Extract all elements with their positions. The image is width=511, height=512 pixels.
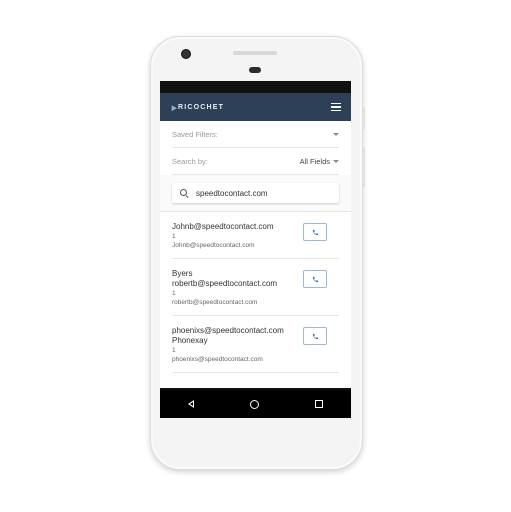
logo-text: RICOCHET (178, 103, 225, 111)
search-icon (180, 189, 189, 199)
power-button (362, 107, 365, 129)
contact-count: 1 (172, 233, 176, 240)
search-input[interactable] (196, 188, 326, 198)
contact-list-item[interactable]: phoenixs@speedtocontact.com Phonexay 1 p… (172, 316, 339, 373)
contact-list-item[interactable]: Johnb@speedtocontact.com 1 Johnb@speedto… (172, 212, 339, 259)
status-bar (160, 81, 351, 93)
hamburger-menu-icon[interactable] (331, 103, 341, 111)
contact-list-item[interactable]: Byers robertb@speedtocontact.com 1 rober… (172, 259, 339, 316)
call-button[interactable] (303, 327, 327, 345)
search-by-label: Search by: (172, 156, 208, 166)
home-icon[interactable] (250, 399, 259, 409)
contact-email: phoenixs@speedtocontact.com (172, 356, 263, 363)
phone-screen: RICOCHET Saved Filters: Search by: All F… (160, 81, 351, 418)
contact-name: Byers (172, 269, 193, 278)
contact-email: robertb@speedtocontact.com (172, 299, 258, 306)
front-camera (181, 49, 191, 59)
phone-icon (312, 333, 318, 339)
app-header: RICOCHET (160, 93, 351, 121)
contact-count: 1 (172, 347, 176, 354)
recent-apps-icon[interactable] (315, 400, 323, 408)
chevron-down-icon (333, 159, 339, 163)
contact-primary: phoenixs@speedtocontact.com (172, 326, 284, 335)
earpiece (249, 67, 261, 73)
search-section (160, 175, 351, 212)
contact-info: Byers robertb@speedtocontact.com 1 rober… (172, 269, 277, 307)
phone-icon (312, 229, 318, 235)
contact-primary: robertb@speedtocontact.com (172, 279, 278, 288)
contact-info: phoenixs@speedtocontact.com Phonexay 1 p… (172, 326, 284, 364)
phone-device: RICOCHET Saved Filters: Search by: All F… (150, 36, 365, 470)
volume-button (362, 147, 365, 187)
contact-count: 1 (172, 290, 176, 297)
call-button[interactable] (303, 223, 327, 241)
android-nav-bar (160, 390, 351, 418)
chevron-down-icon (333, 132, 339, 136)
call-button[interactable] (303, 270, 327, 288)
search-by-row: Search by: All Fields (172, 148, 339, 175)
search-by-select[interactable]: All Fields (300, 157, 339, 166)
contact-email: Johnb@speedtocontact.com (172, 242, 255, 249)
contact-info: Johnb@speedtocontact.com 1 Johnb@speedto… (172, 222, 274, 250)
back-icon[interactable] (188, 400, 194, 408)
search-box[interactable] (172, 183, 339, 203)
contact-name: Phonexay (172, 336, 208, 345)
saved-filters-label: Saved Filters: (172, 129, 218, 139)
phone-icon (312, 276, 318, 282)
main-content: Saved Filters: Search by: All Fields spe… (160, 121, 351, 388)
speaker-grille (233, 51, 277, 55)
contact-name: Johnb@speedtocontact.com (172, 222, 274, 231)
search-by-value: All Fields (299, 156, 330, 166)
logo-mark-icon (169, 103, 177, 111)
app-logo: RICOCHET (169, 103, 225, 111)
saved-filters-dropdown[interactable]: Saved Filters: (172, 121, 339, 148)
